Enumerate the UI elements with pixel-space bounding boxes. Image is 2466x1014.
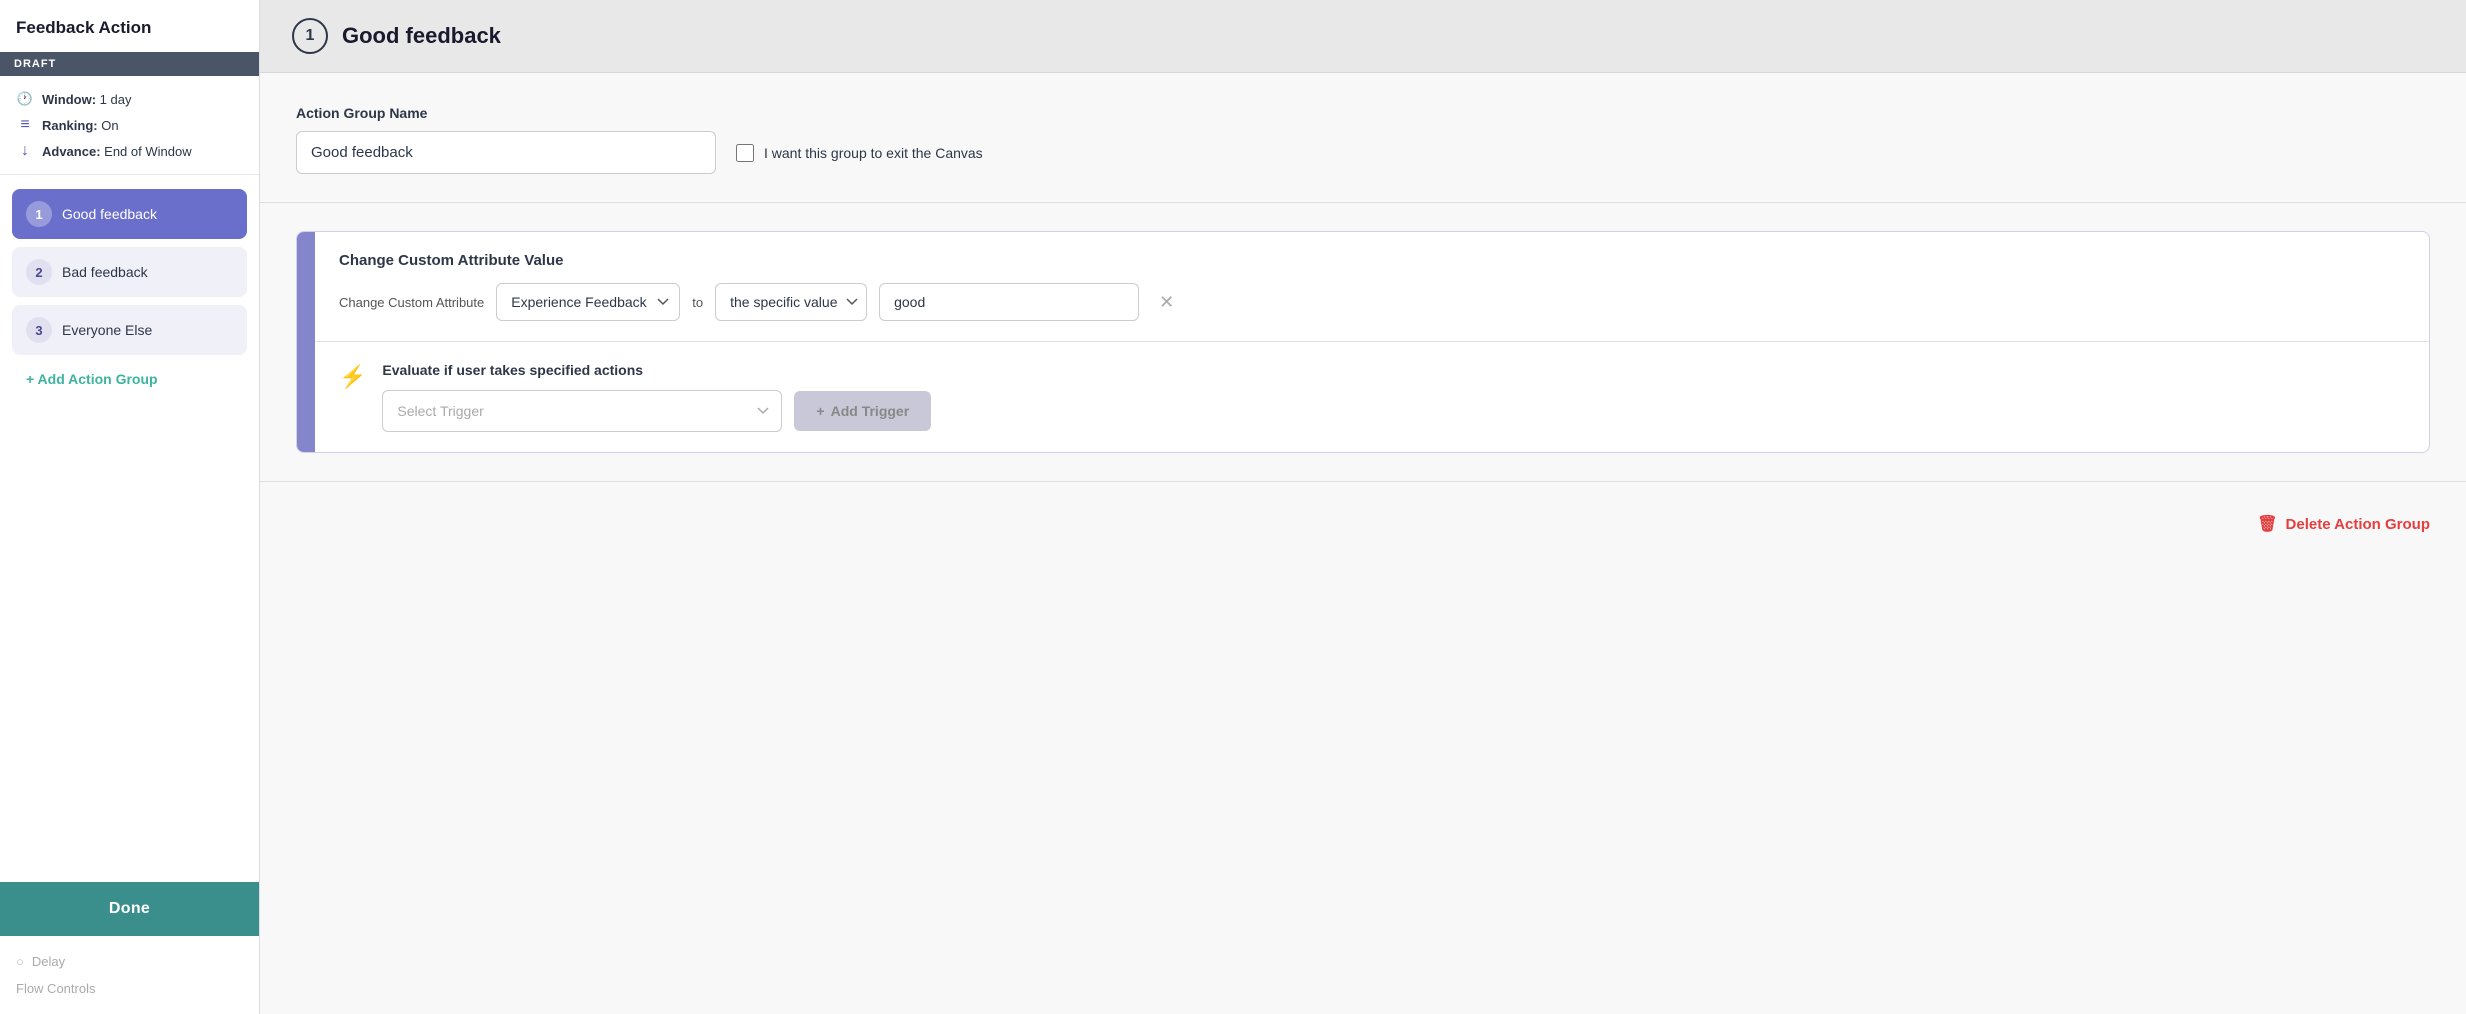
meta-window-label: Window: 1 day xyxy=(42,92,131,107)
divider-1 xyxy=(260,202,2466,203)
evaluate-section: ⚡ Evaluate if user takes specified actio… xyxy=(315,342,2429,452)
action-group-name-section: Action Group Name I want this group to e… xyxy=(296,105,2430,174)
sidebar-bottom: ○ Delay Flow Controls xyxy=(0,936,259,1014)
main-header: 1 Good feedback xyxy=(260,0,2466,73)
sidebar: Feedback Action DRAFT 🕐 Window: 1 day ≡ … xyxy=(0,0,260,1014)
bolt-icon-container: ⚡ xyxy=(339,362,366,390)
specific-value-dropdown[interactable]: the specific value xyxy=(715,283,867,321)
action-card: Change Custom Attribute Value Change Cus… xyxy=(296,231,2430,453)
cca-section: Change Custom Attribute Value Change Cus… xyxy=(315,232,2429,342)
divider-2 xyxy=(260,481,2466,482)
select-trigger-dropdown[interactable]: Select Trigger xyxy=(382,390,782,432)
trash-icon: 🗑 xyxy=(2257,514,2277,534)
draft-badge: DRAFT xyxy=(0,52,259,76)
cca-title: Change Custom Attribute Value xyxy=(339,252,2405,269)
sidebar-groups: 1 Good feedback 2 Bad feedback 3 Everyon… xyxy=(0,175,259,882)
group-item-3[interactable]: 3 Everyone Else xyxy=(12,305,247,355)
exit-canvas-text: I want this group to exit the Canvas xyxy=(764,145,983,161)
advance-icon: ↓ xyxy=(16,142,34,160)
delete-label: Delete Action Group xyxy=(2286,516,2430,533)
delay-item: ○ Delay xyxy=(16,948,243,975)
add-trigger-icon: + xyxy=(816,403,824,419)
flow-controls-item: Flow Controls xyxy=(16,975,243,1002)
group-number-3: 3 xyxy=(26,317,52,343)
flow-controls-label: Flow Controls xyxy=(16,981,95,996)
header-number: 1 xyxy=(292,18,328,54)
meta-window: 🕐 Window: 1 day xyxy=(16,90,243,108)
group-item-2[interactable]: 2 Bad feedback xyxy=(12,247,247,297)
change-custom-attribute-label: Change Custom Attribute xyxy=(339,295,484,310)
main-content: 1 Good feedback Action Group Name I want… xyxy=(260,0,2466,1014)
clock-icon: 🕐 xyxy=(16,90,34,108)
action-group-name-input[interactable] xyxy=(296,131,716,174)
add-action-group-button[interactable]: + Add Action Group xyxy=(12,363,247,395)
evaluate-title: Evaluate if user takes specified actions xyxy=(382,362,2405,378)
to-label: to xyxy=(692,295,703,310)
group-item-1[interactable]: 1 Good feedback xyxy=(12,189,247,239)
action-card-body: Change Custom Attribute Value Change Cus… xyxy=(315,232,2429,452)
meta-advance-label: Advance: End of Window xyxy=(42,144,192,159)
header-title: Good feedback xyxy=(342,23,501,49)
remove-attribute-button[interactable]: ✕ xyxy=(1151,289,1182,315)
delete-action-group-button[interactable]: 🗑 Delete Action Group xyxy=(2257,514,2430,534)
ranking-icon: ≡ xyxy=(16,116,34,134)
delay-label: Delay xyxy=(32,954,65,969)
group-number-2: 2 xyxy=(26,259,52,285)
main-body: Action Group Name I want this group to e… xyxy=(260,73,2466,514)
add-trigger-button[interactable]: + Add Trigger xyxy=(794,391,931,431)
group-label-1: Good feedback xyxy=(62,206,157,222)
sidebar-meta: 🕐 Window: 1 day ≡ Ranking: On ↓ Advance:… xyxy=(0,76,259,175)
name-row: I want this group to exit the Canvas xyxy=(296,131,2430,174)
add-trigger-label: Add Trigger xyxy=(831,403,910,419)
bolt-icon: ⚡ xyxy=(339,364,366,390)
action-group-name-label: Action Group Name xyxy=(296,105,2430,121)
done-button[interactable]: Done xyxy=(0,882,259,936)
action-card-inner: Change Custom Attribute Value Change Cus… xyxy=(297,232,2429,452)
group-number-1: 1 xyxy=(26,201,52,227)
cca-row: Change Custom Attribute Experience Feedb… xyxy=(339,283,2405,321)
group-label-2: Bad feedback xyxy=(62,264,148,280)
delay-icon: ○ xyxy=(16,954,24,969)
meta-ranking: ≡ Ranking: On xyxy=(16,116,243,134)
action-card-left-bar xyxy=(297,232,315,452)
exit-canvas-label[interactable]: I want this group to exit the Canvas xyxy=(736,144,983,162)
meta-advance: ↓ Advance: End of Window xyxy=(16,142,243,160)
meta-ranking-label: Ranking: On xyxy=(42,118,119,133)
value-input[interactable] xyxy=(879,283,1139,321)
exit-canvas-checkbox[interactable] xyxy=(736,144,754,162)
sidebar-title: Feedback Action xyxy=(0,0,259,52)
experience-feedback-dropdown[interactable]: Experience Feedback xyxy=(496,283,680,321)
bottom-actions: 🗑 Delete Action Group xyxy=(260,514,2466,558)
trigger-row: Select Trigger + Add Trigger xyxy=(382,390,2405,432)
evaluate-content: Evaluate if user takes specified actions… xyxy=(382,362,2405,432)
group-label-3: Everyone Else xyxy=(62,322,152,338)
